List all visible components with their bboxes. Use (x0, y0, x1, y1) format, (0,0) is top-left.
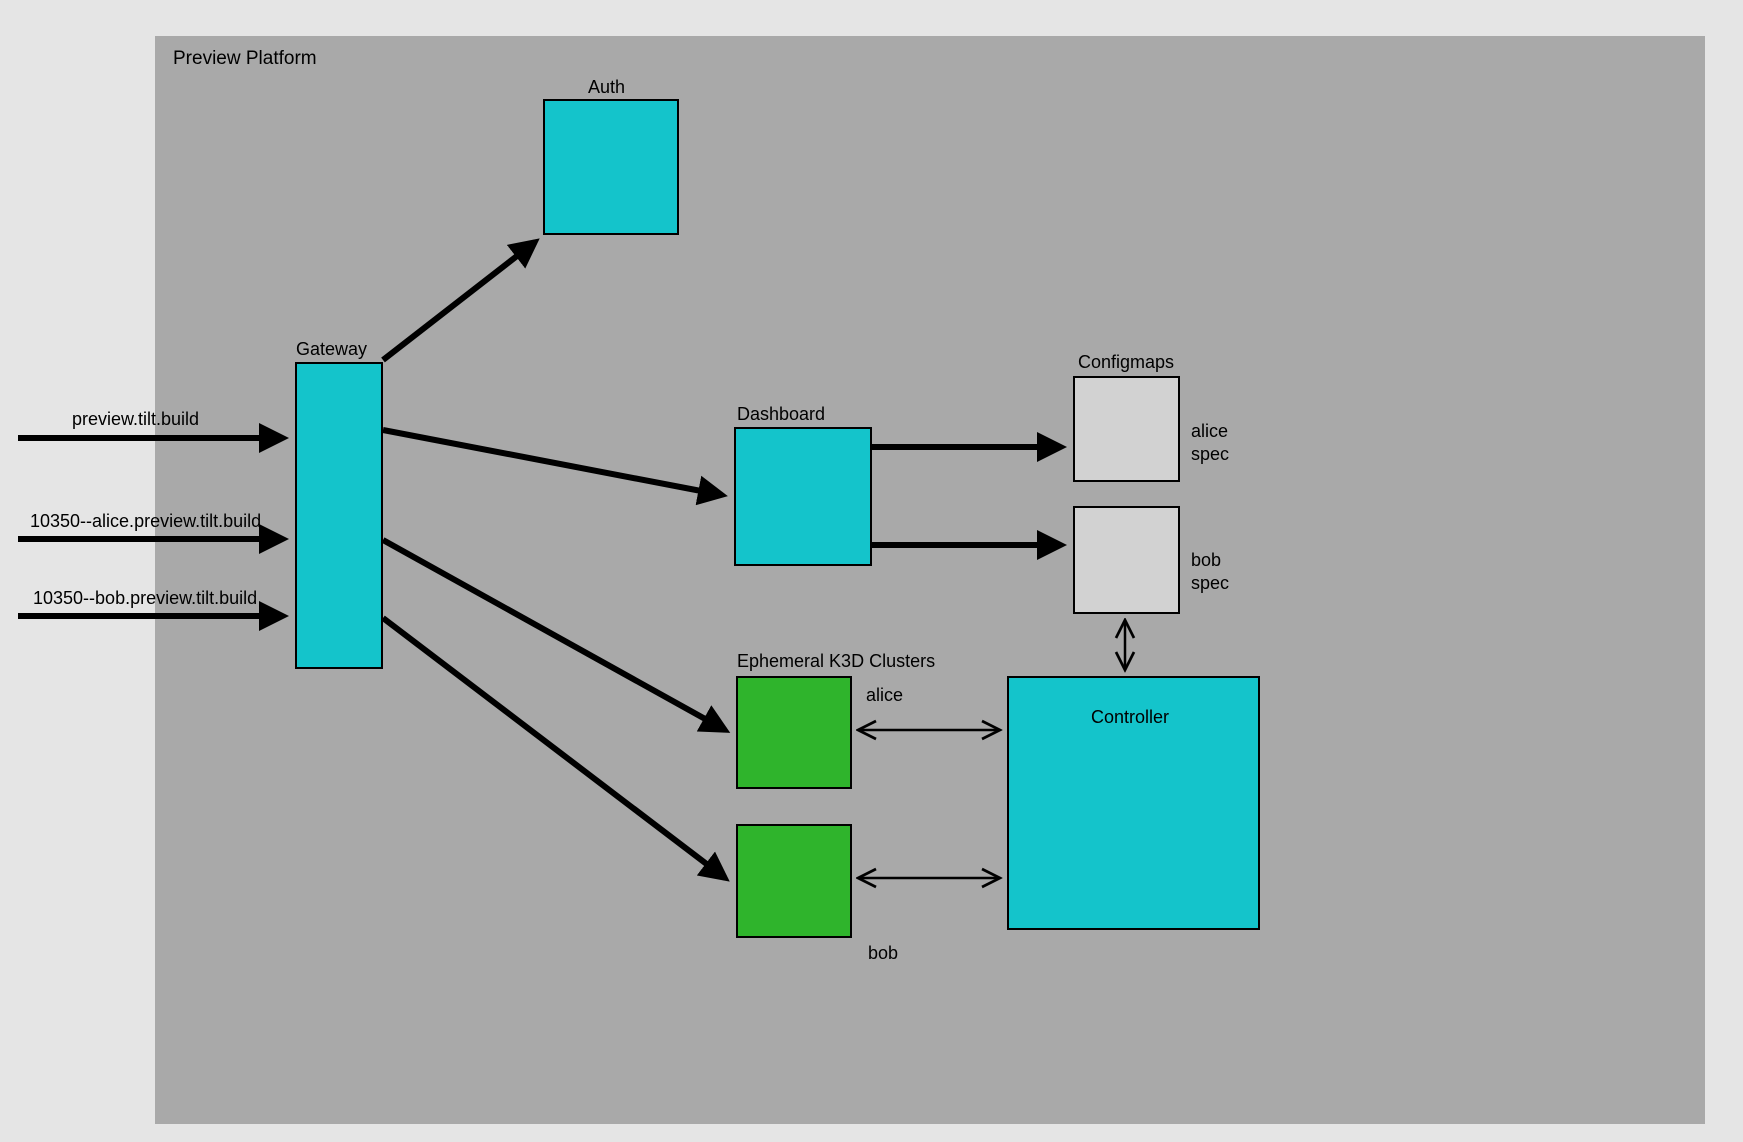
gateway-label: Gateway (296, 339, 367, 360)
auth-label: Auth (588, 77, 625, 98)
configmap-bob-node (1073, 506, 1180, 614)
gateway-node (295, 362, 383, 669)
cluster-bob-node (736, 824, 852, 938)
input-label-2: 10350--bob.preview.tilt.build (33, 588, 257, 609)
cluster-alice-node (736, 676, 852, 789)
configmap-alice-node (1073, 376, 1180, 482)
auth-node (543, 99, 679, 235)
dashboard-node (734, 427, 872, 566)
configmap-alice-label: alicespec (1191, 420, 1229, 465)
cluster-bob-label: bob (868, 943, 898, 964)
dashboard-label: Dashboard (737, 404, 825, 425)
cluster-alice-label: alice (866, 685, 903, 706)
input-label-1: 10350--alice.preview.tilt.build (30, 511, 261, 532)
clusters-label: Ephemeral K3D Clusters (737, 651, 935, 672)
controller-label: Controller (1091, 707, 1169, 728)
configmaps-label: Configmaps (1078, 352, 1174, 373)
input-label-0: preview.tilt.build (72, 409, 199, 430)
platform-title: Preview Platform (173, 48, 317, 70)
preview-platform-container: Preview Platform (155, 36, 1705, 1124)
configmap-bob-label: bobspec (1191, 549, 1229, 594)
